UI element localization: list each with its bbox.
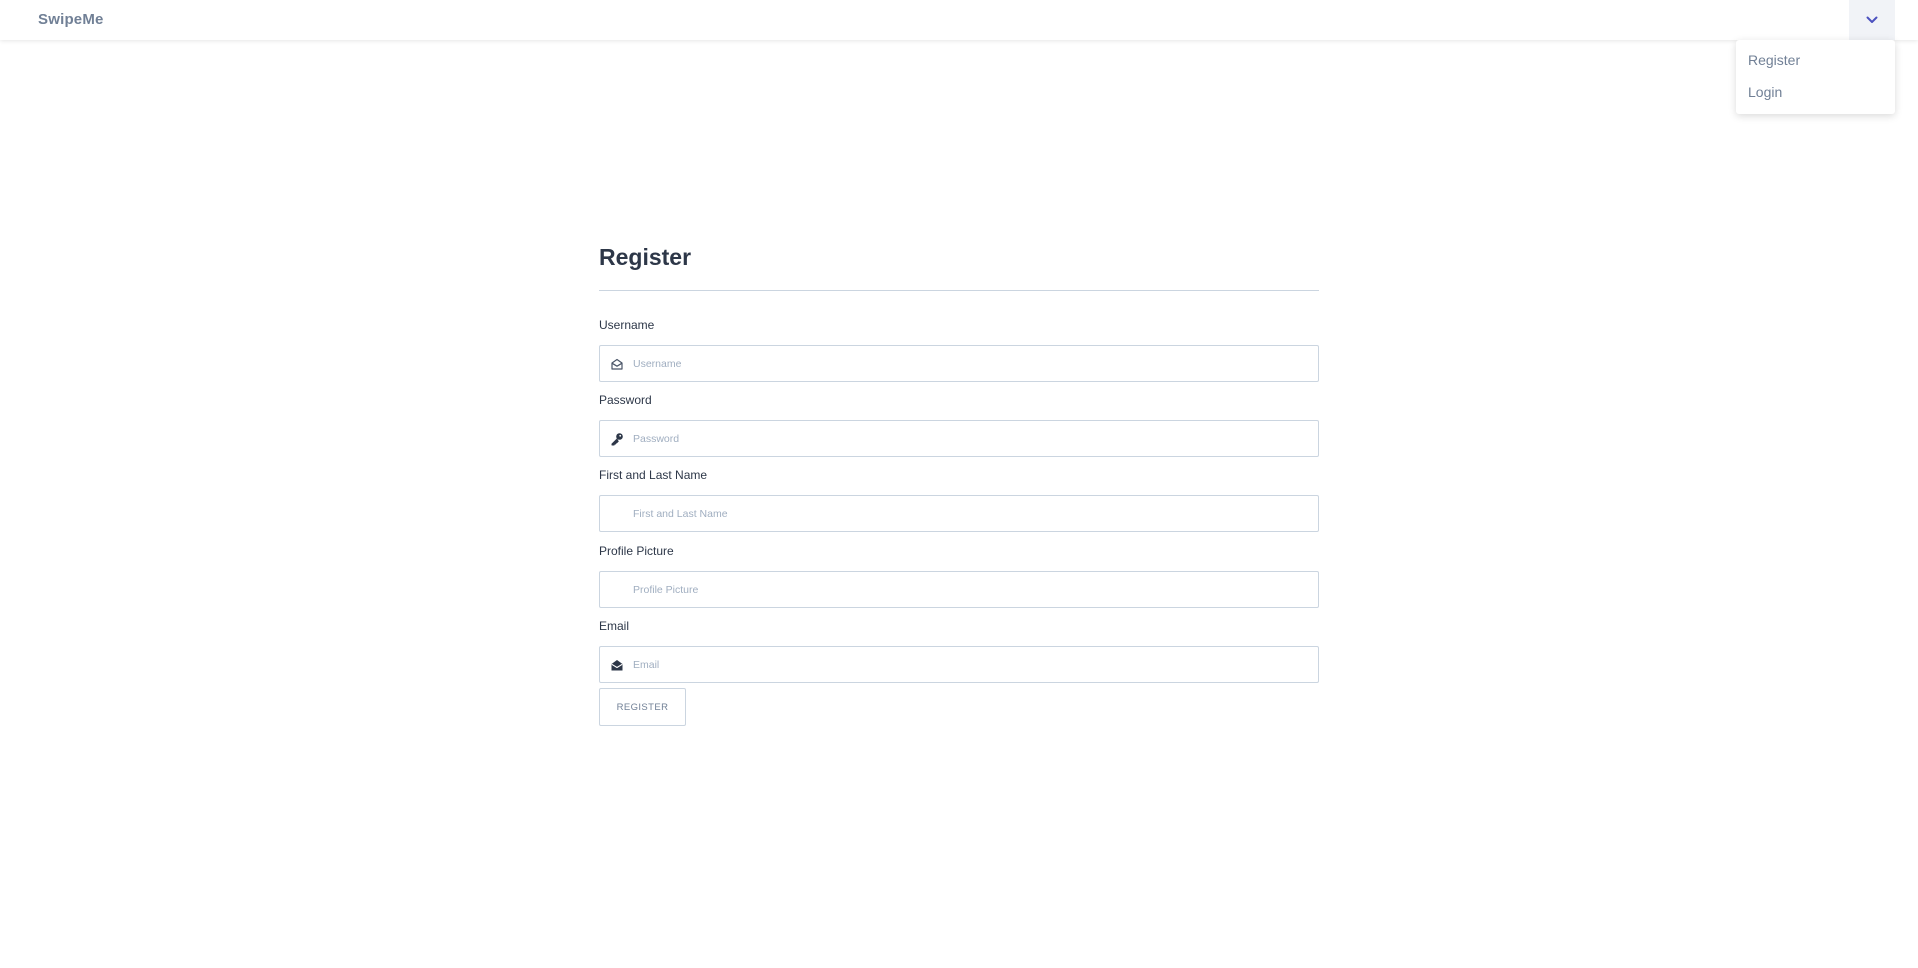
chevron-down-icon	[1866, 16, 1878, 23]
email-label: Email	[599, 619, 630, 633]
password-label: Password	[599, 393, 652, 407]
brand-logo-link[interactable]: SwipeMe	[38, 11, 104, 28]
username-input[interactable]	[633, 346, 1313, 381]
full-name-input[interactable]	[633, 496, 1313, 531]
envelope-open-icon	[611, 358, 623, 370]
register-form: Register Username Password First and Las…	[599, 242, 1319, 726]
title-divider	[599, 290, 1319, 291]
password-input[interactable]	[633, 421, 1313, 456]
full-name-field-box	[599, 495, 1319, 532]
full-name-label: First and Last Name	[599, 468, 708, 482]
key-icon	[611, 433, 623, 446]
menu-item-register[interactable]: Register	[1736, 48, 1895, 80]
nav-dropdown-menu: Register Login	[1736, 40, 1895, 114]
username-label: Username	[599, 318, 655, 332]
profile-picture-field-box	[599, 571, 1319, 608]
email-field-box	[599, 646, 1319, 683]
envelope-solid-icon	[611, 660, 623, 671]
page-title: Register	[599, 244, 692, 270]
top-navbar: SwipeMe	[0, 0, 1918, 40]
menu-dropdown-toggle[interactable]	[1849, 0, 1895, 40]
profile-picture-label: Profile Picture	[599, 544, 674, 558]
password-field-box	[599, 420, 1319, 457]
email-input[interactable]	[633, 647, 1313, 682]
menu-item-login[interactable]: Login	[1736, 80, 1895, 112]
profile-picture-input[interactable]	[633, 572, 1313, 607]
username-field-box	[599, 345, 1319, 382]
register-button[interactable]: REGISTER	[599, 688, 686, 726]
